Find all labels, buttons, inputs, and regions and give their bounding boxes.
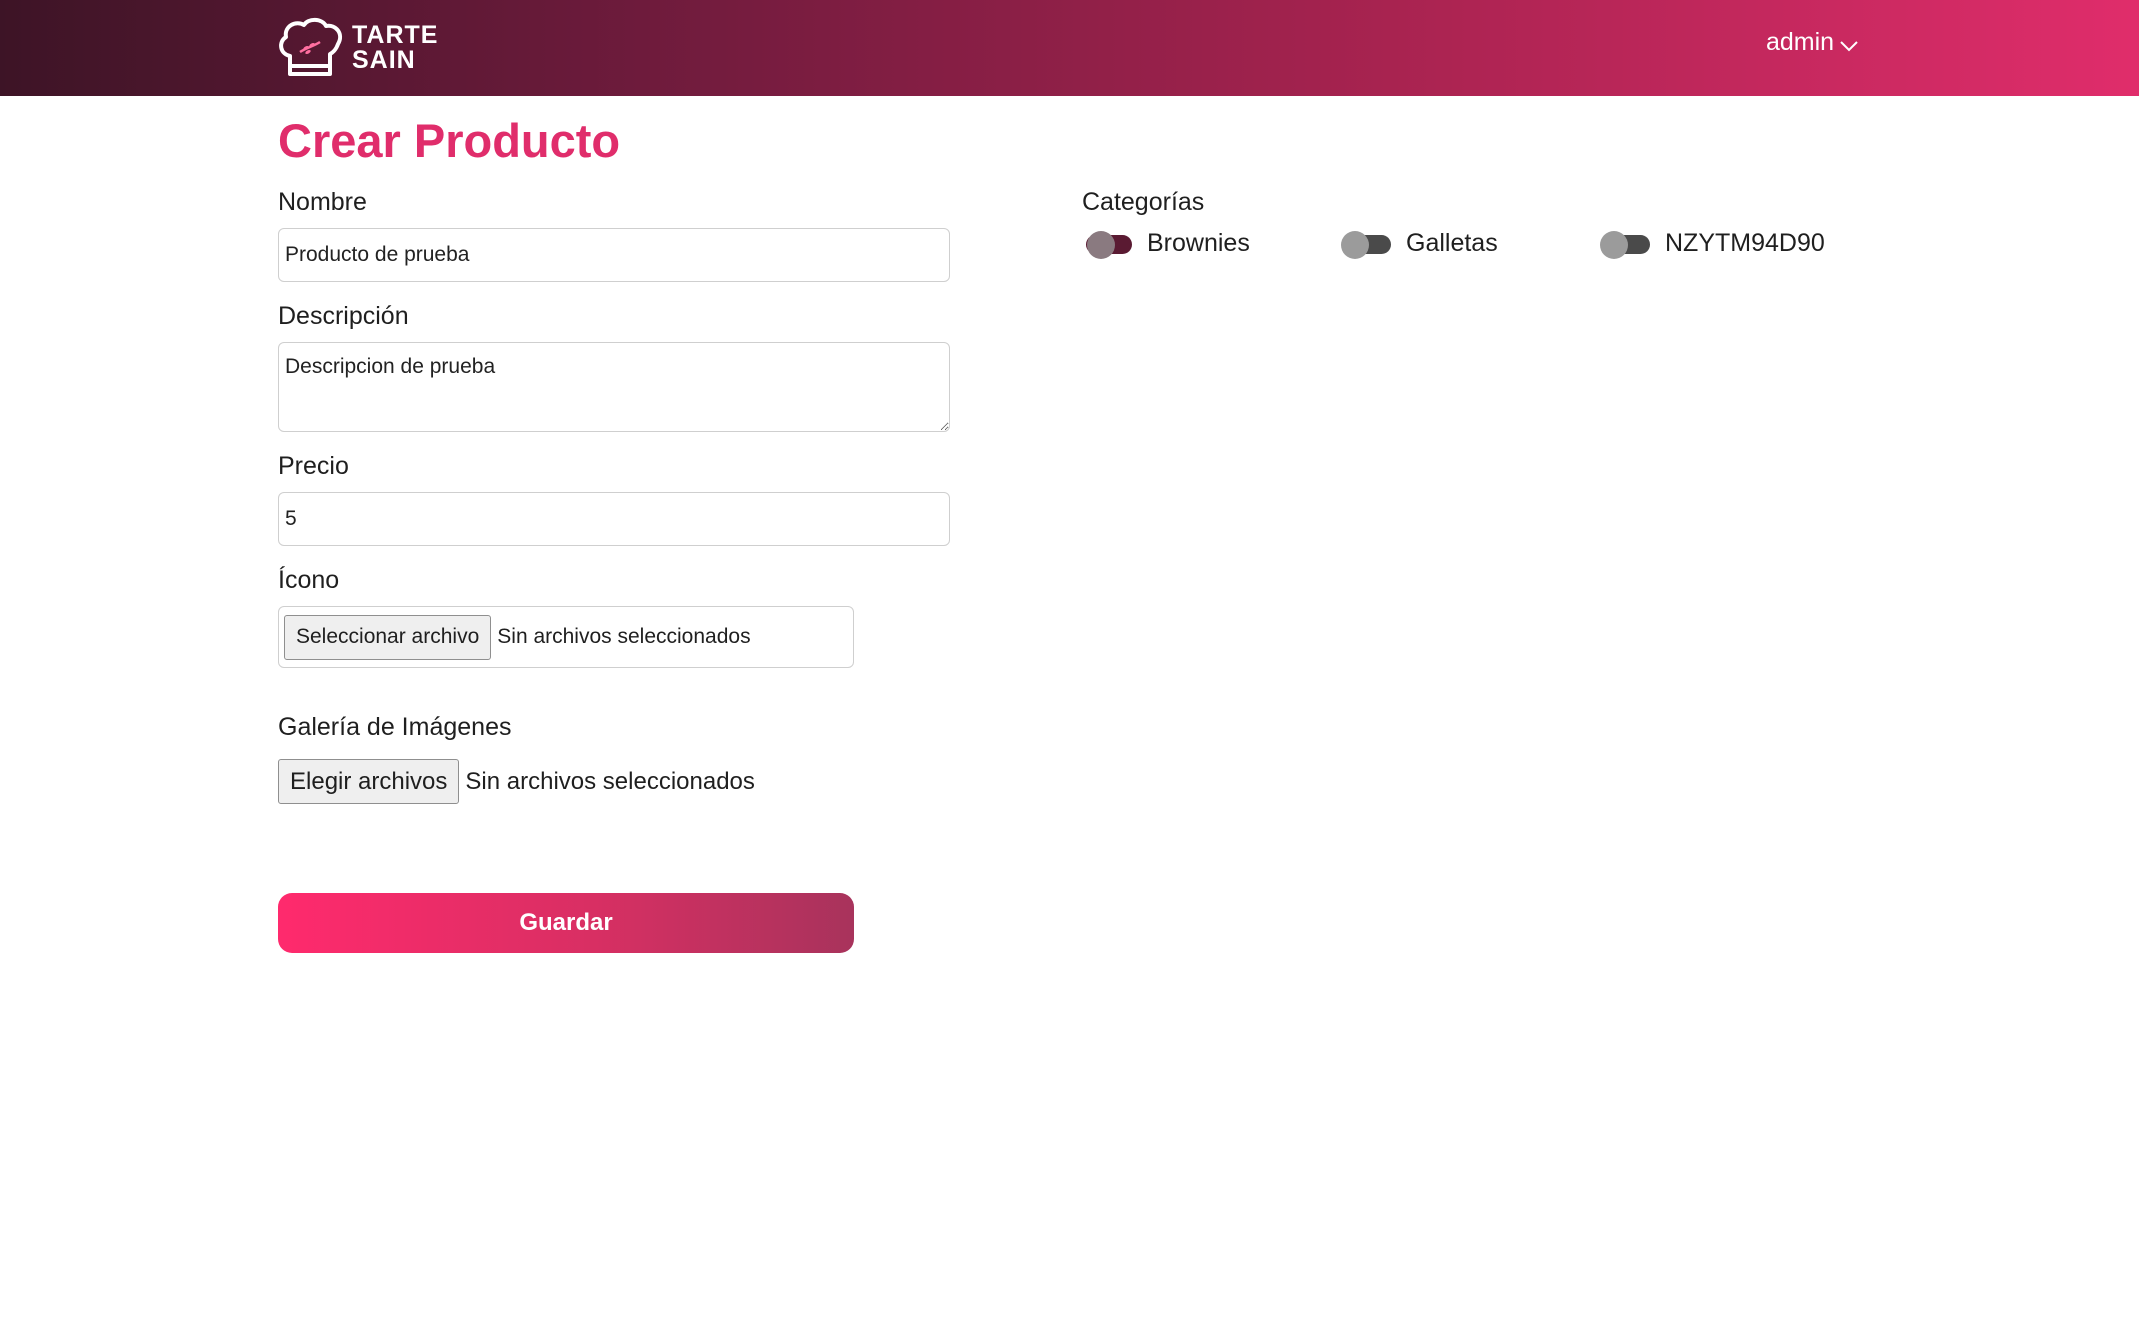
category-toggle-nzytm94d90[interactable]: NZYTM94D90 [1600, 229, 1825, 259]
brand-name-line1: TARTE [352, 21, 439, 49]
galeria-file-input[interactable]: Elegir archivos Sin archivos seleccionad… [278, 759, 755, 804]
brand-name: TARTE SAIN [352, 23, 438, 73]
brand-name-line2: SAIN [352, 46, 416, 74]
user-menu-dropdown[interactable]: admin [1766, 28, 1859, 57]
precio-label: Precio [278, 452, 349, 480]
select-file-button[interactable]: Seleccionar archivo [284, 614, 492, 660]
category-toggle-galletas[interactable]: Galletas [1341, 229, 1498, 259]
precio-input[interactable] [278, 492, 950, 546]
toggle-switch[interactable] [1341, 230, 1391, 259]
category-label: Brownies [1147, 229, 1250, 257]
icono-file-input[interactable]: Seleccionar archivo Sin archivos selecci… [278, 606, 854, 668]
galeria-label: Galería de Imágenes [278, 713, 512, 741]
nombre-input[interactable] [278, 228, 950, 282]
user-name: admin [1766, 28, 1835, 56]
top-navbar: TARTE SAIN admin [0, 0, 2139, 96]
galeria-file-status: Sin archivos seleccionados [465, 767, 755, 795]
brand-logo[interactable]: TARTE SAIN [276, 16, 438, 80]
toggle-thumb [1600, 230, 1628, 259]
chevron-down-icon [1840, 40, 1858, 51]
page-title: Crear Producto [278, 114, 621, 167]
categorias-label: Categorías [1082, 188, 1205, 216]
toggle-thumb [1341, 230, 1369, 259]
toggle-switch[interactable] [1600, 230, 1650, 259]
category-label: NZYTM94D90 [1665, 229, 1825, 257]
toggle-switch[interactable] [1082, 230, 1132, 259]
category-label: Galletas [1406, 229, 1498, 257]
save-button[interactable]: Guardar [278, 893, 854, 953]
category-toggle-brownies[interactable]: Brownies [1082, 229, 1250, 259]
nombre-label: Nombre [278, 188, 367, 216]
toggle-thumb [1087, 230, 1115, 259]
chef-hat-icon [279, 17, 343, 76]
icono-label: Ícono [278, 566, 340, 594]
choose-files-button[interactable]: Elegir archivos [278, 759, 460, 804]
descripcion-textarea[interactable]: Descripcion de prueba [278, 342, 950, 432]
icono-file-status: Sin archivos seleccionados [497, 625, 751, 648]
descripcion-label: Descripción [278, 302, 409, 330]
